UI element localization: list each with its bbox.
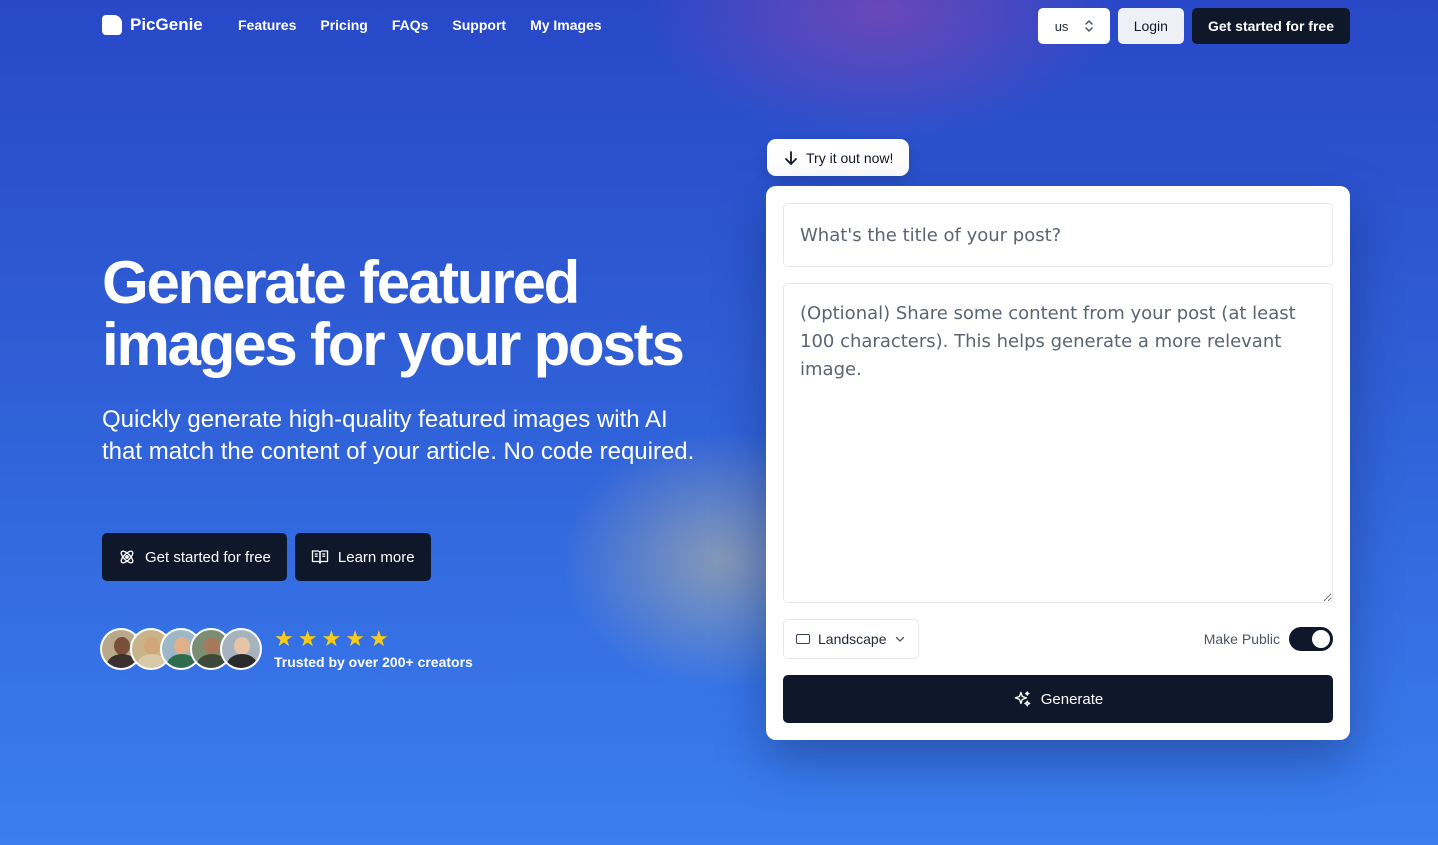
star-icon: ★ — [368, 626, 389, 651]
nav-actions: us Login Get started for free — [1037, 8, 1350, 44]
generate-button[interactable]: Generate — [783, 675, 1333, 723]
nav-get-started-button[interactable]: Get started for free — [1191, 8, 1350, 44]
star-icon: ★ — [321, 626, 342, 651]
logo-icon — [102, 15, 122, 35]
hero-subtitle: Quickly generate high-quality featured i… — [102, 406, 695, 465]
hero-title: Generate featured images for your posts — [102, 249, 685, 378]
learn-more-label: Learn more — [337, 548, 415, 566]
make-public-control: Make Public — [1204, 627, 1333, 651]
atom-icon — [120, 550, 134, 564]
chevron-up-down-icon — [1084, 20, 1093, 32]
arrow-down-icon — [785, 150, 797, 165]
post-title-input[interactable] — [783, 203, 1333, 267]
avatar — [220, 628, 262, 670]
star-icon: ★ — [297, 626, 318, 651]
chevron-down-icon — [895, 636, 904, 642]
creator-avatars — [100, 628, 262, 670]
learn-more-button[interactable]: Learn more — [294, 533, 431, 581]
orientation-select[interactable]: Landscape — [783, 619, 919, 659]
star-icon: ★ — [345, 626, 365, 651]
make-public-toggle[interactable] — [1289, 627, 1333, 651]
hero-get-started-button[interactable]: Get started for free — [102, 533, 287, 581]
nav-link-my-images[interactable]: My Images — [530, 17, 602, 33]
nav-links: Features Pricing FAQs Support My Images — [238, 17, 602, 33]
social-proof: ★ ★ ★ ★ ★ Trusted by over 200+ creators — [100, 628, 473, 670]
locale-select[interactable]: us — [1037, 8, 1110, 44]
sparkles-icon — [1014, 690, 1031, 707]
try-it-label: Try it out now! — [806, 149, 894, 166]
book-open-icon — [311, 550, 329, 564]
nav-link-faqs[interactable]: FAQs — [392, 17, 429, 33]
rating-stars: ★ ★ ★ ★ ★ — [274, 628, 473, 650]
try-it-badge: Try it out now! — [767, 139, 910, 176]
locale-value: us — [1054, 18, 1069, 34]
brand-logo[interactable]: PicGenie — [102, 15, 203, 35]
hero-cta-group: Get started for free Learn more — [102, 533, 431, 581]
star-icon: ★ — [274, 626, 294, 651]
nav-link-pricing[interactable]: Pricing — [320, 17, 367, 33]
generate-label: Generate — [1040, 690, 1104, 708]
post-content-textarea[interactable] — [783, 283, 1333, 603]
social-proof-text: ★ ★ ★ ★ ★ Trusted by over 200+ creators — [274, 628, 473, 671]
nav-link-features[interactable]: Features — [238, 17, 296, 33]
trusted-text: Trusted by over 200+ creators — [274, 654, 473, 670]
generator-card: Landscape Make Public Generate — [766, 186, 1350, 740]
brand-name: PicGenie — [130, 15, 203, 34]
landscape-icon — [796, 634, 810, 644]
login-button[interactable]: Login — [1117, 8, 1184, 44]
top-nav: PicGenie Features Pricing FAQs Support M… — [0, 0, 1438, 52]
orientation-value: Landscape — [818, 631, 887, 647]
hero-get-started-label: Get started for free — [145, 548, 271, 566]
toggle-knob — [1312, 630, 1330, 648]
make-public-label: Make Public — [1203, 631, 1280, 647]
nav-link-support[interactable]: Support — [452, 17, 506, 33]
